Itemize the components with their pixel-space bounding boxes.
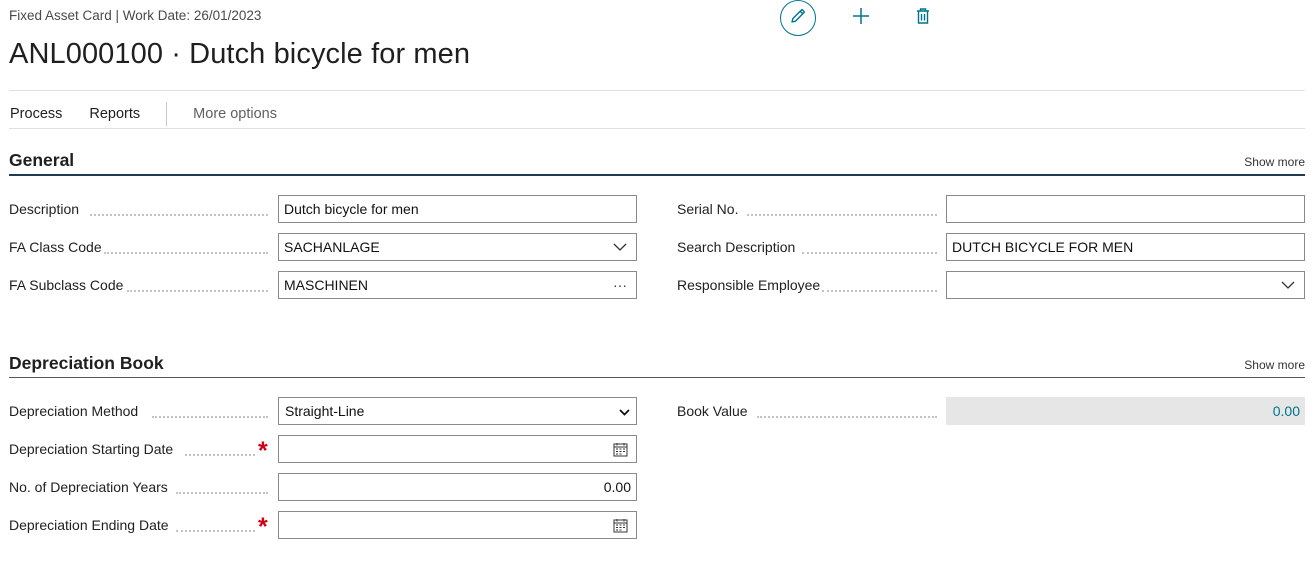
leader-dots bbox=[176, 530, 255, 532]
breadcrumb: Fixed Asset Card | Work Date: 26/01/2023 bbox=[9, 8, 262, 23]
no-of-depreciation-years-label: No. of Depreciation Years bbox=[9, 479, 168, 495]
responsible-employee-label: Responsible Employee bbox=[677, 277, 821, 293]
calendar-icon[interactable] bbox=[611, 440, 629, 458]
fa-subclass-code-value: MASCHINEN bbox=[284, 277, 369, 293]
leader-dots bbox=[757, 416, 937, 418]
general-show-more[interactable]: Show more bbox=[1244, 155, 1305, 169]
menu-divider bbox=[9, 128, 1305, 129]
no-of-depreciation-years-field[interactable]: 0.00 bbox=[278, 473, 637, 501]
menu-process[interactable]: Process bbox=[10, 106, 62, 122]
fa-class-code-dropdown[interactable]: SACHANLAGE bbox=[278, 233, 637, 261]
page-title: ANL000100 · Dutch bicycle for men bbox=[9, 38, 471, 70]
chevron-down-icon[interactable] bbox=[611, 238, 629, 256]
responsible-employee-dropdown[interactable] bbox=[946, 271, 1305, 299]
menu-reports[interactable]: Reports bbox=[89, 106, 140, 122]
menu-more-options[interactable]: More options bbox=[193, 106, 277, 122]
depreciation-starting-date-field[interactable] bbox=[278, 435, 637, 463]
book-value-field[interactable]: 0.00 bbox=[946, 397, 1305, 425]
depreciation-starting-date-label: Depreciation Starting Date bbox=[9, 441, 174, 457]
no-of-depreciation-years-value: 0.00 bbox=[603, 479, 631, 495]
search-description-value: DUTCH BICYCLE FOR MEN bbox=[952, 239, 1134, 255]
depreciation-method-label: Depreciation Method bbox=[9, 403, 139, 419]
menu-separator bbox=[166, 102, 168, 126]
header-divider bbox=[9, 90, 1305, 91]
book-value-value[interactable]: 0.00 bbox=[951, 403, 1300, 419]
search-description-field[interactable]: DUTCH BICYCLE FOR MEN bbox=[946, 233, 1305, 261]
leader-dots bbox=[802, 252, 937, 254]
section-title-general[interactable]: General bbox=[9, 150, 74, 171]
description-value: Dutch bicycle for men bbox=[284, 201, 419, 217]
leader-dots bbox=[747, 214, 937, 216]
pencil-icon bbox=[789, 7, 807, 30]
leader-dots bbox=[185, 454, 255, 456]
edit-button[interactable] bbox=[780, 0, 816, 36]
serial-no-label: Serial No. bbox=[677, 201, 739, 217]
action-bar: Process Reports More options bbox=[10, 102, 277, 126]
chevron-down-icon[interactable] bbox=[619, 403, 630, 419]
depreciation-ending-date-field[interactable] bbox=[278, 511, 637, 539]
leader-dots bbox=[152, 416, 268, 418]
general-divider bbox=[9, 174, 1305, 176]
chevron-down-icon[interactable] bbox=[1279, 276, 1297, 294]
search-description-label: Search Description bbox=[677, 239, 796, 255]
lookup-ellipsis-icon[interactable]: ··· bbox=[611, 276, 629, 294]
leader-dots bbox=[822, 290, 937, 292]
depreciation-divider bbox=[9, 377, 1305, 378]
fa-subclass-code-field[interactable]: MASCHINEN ··· bbox=[278, 271, 637, 299]
plus-icon bbox=[851, 6, 871, 31]
leader-dots bbox=[127, 290, 268, 292]
fa-subclass-code-label: FA Subclass Code bbox=[9, 277, 124, 293]
fa-class-code-label: FA Class Code bbox=[9, 239, 102, 255]
depreciation-method-value: Straight-Line bbox=[285, 403, 365, 419]
book-value-label: Book Value bbox=[677, 403, 748, 419]
calendar-icon[interactable] bbox=[611, 516, 629, 534]
new-button[interactable] bbox=[843, 0, 879, 36]
depreciation-show-more[interactable]: Show more bbox=[1244, 358, 1305, 372]
description-label: Description bbox=[9, 201, 80, 217]
delete-button[interactable] bbox=[905, 0, 941, 36]
depreciation-ending-date-label: Depreciation Ending Date bbox=[9, 517, 169, 533]
fa-class-code-value: SACHANLAGE bbox=[284, 239, 380, 255]
required-indicator: * bbox=[258, 513, 268, 541]
description-field[interactable]: Dutch bicycle for men bbox=[278, 195, 637, 223]
leader-dots bbox=[176, 492, 268, 494]
serial-no-field[interactable] bbox=[946, 195, 1305, 223]
page-actions bbox=[780, 0, 941, 36]
leader-dots bbox=[90, 214, 268, 216]
section-title-depreciation-book[interactable]: Depreciation Book bbox=[9, 353, 164, 374]
required-indicator: * bbox=[258, 437, 268, 465]
depreciation-method-select[interactable]: Straight-Line bbox=[278, 397, 637, 425]
leader-dots bbox=[104, 252, 268, 254]
trash-icon bbox=[915, 7, 931, 30]
